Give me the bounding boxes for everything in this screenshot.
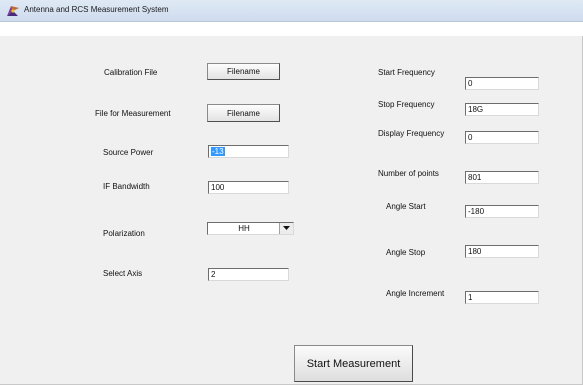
display-frequency-label: Display Frequency (378, 129, 445, 138)
title-bar: Antenna and RCS Measurement System (0, 0, 583, 22)
angle-stop-input[interactable]: 180 (465, 245, 539, 258)
chevron-down-icon[interactable] (279, 223, 293, 234)
select-axis-label: Select Axis (103, 269, 143, 278)
angle-increment-label: Angle Increment (386, 289, 445, 298)
select-axis-input[interactable]: 2 (208, 268, 289, 281)
calibration-file-label: Calibration File (104, 68, 158, 77)
polarization-select[interactable]: HH (207, 222, 294, 235)
angle-stop-label: Angle Stop (386, 248, 426, 257)
if-bandwidth-label: IF Bandwidth (103, 182, 150, 191)
polarization-label: Polarization (103, 229, 145, 238)
source-power-label: Source Power (103, 148, 154, 157)
title-spacer (0, 22, 583, 36)
angle-start-input[interactable]: -180 (465, 205, 539, 218)
measurement-file-label: File for Measurement (95, 109, 171, 118)
display-frequency-input[interactable]: 0 (465, 131, 539, 144)
stop-frequency-input[interactable]: 18G (465, 103, 539, 116)
polarization-value: HH (238, 224, 250, 233)
angle-start-label: Angle Start (386, 202, 426, 211)
start-frequency-input[interactable]: 0 (465, 77, 539, 90)
main-window: Antenna and RCS Measurement System Calib… (0, 0, 583, 385)
number-of-points-label: Number of points (378, 169, 439, 178)
stop-frequency-label: Stop Frequency (378, 100, 435, 109)
number-of-points-input[interactable]: 801 (465, 171, 539, 184)
start-measurement-button[interactable]: Start Measurement (294, 345, 413, 382)
if-bandwidth-input[interactable]: 100 (208, 181, 289, 194)
app-icon (6, 4, 20, 18)
angle-increment-input[interactable]: 1 (465, 291, 539, 304)
measurement-file-button[interactable]: Filename (207, 104, 280, 122)
window-title: Antenna and RCS Measurement System (24, 5, 169, 14)
start-frequency-label: Start Frequency (378, 68, 435, 77)
source-power-value: -13 (211, 147, 225, 156)
source-power-input[interactable]: -13 (208, 145, 289, 158)
calibration-file-button[interactable]: Filename (207, 63, 280, 80)
